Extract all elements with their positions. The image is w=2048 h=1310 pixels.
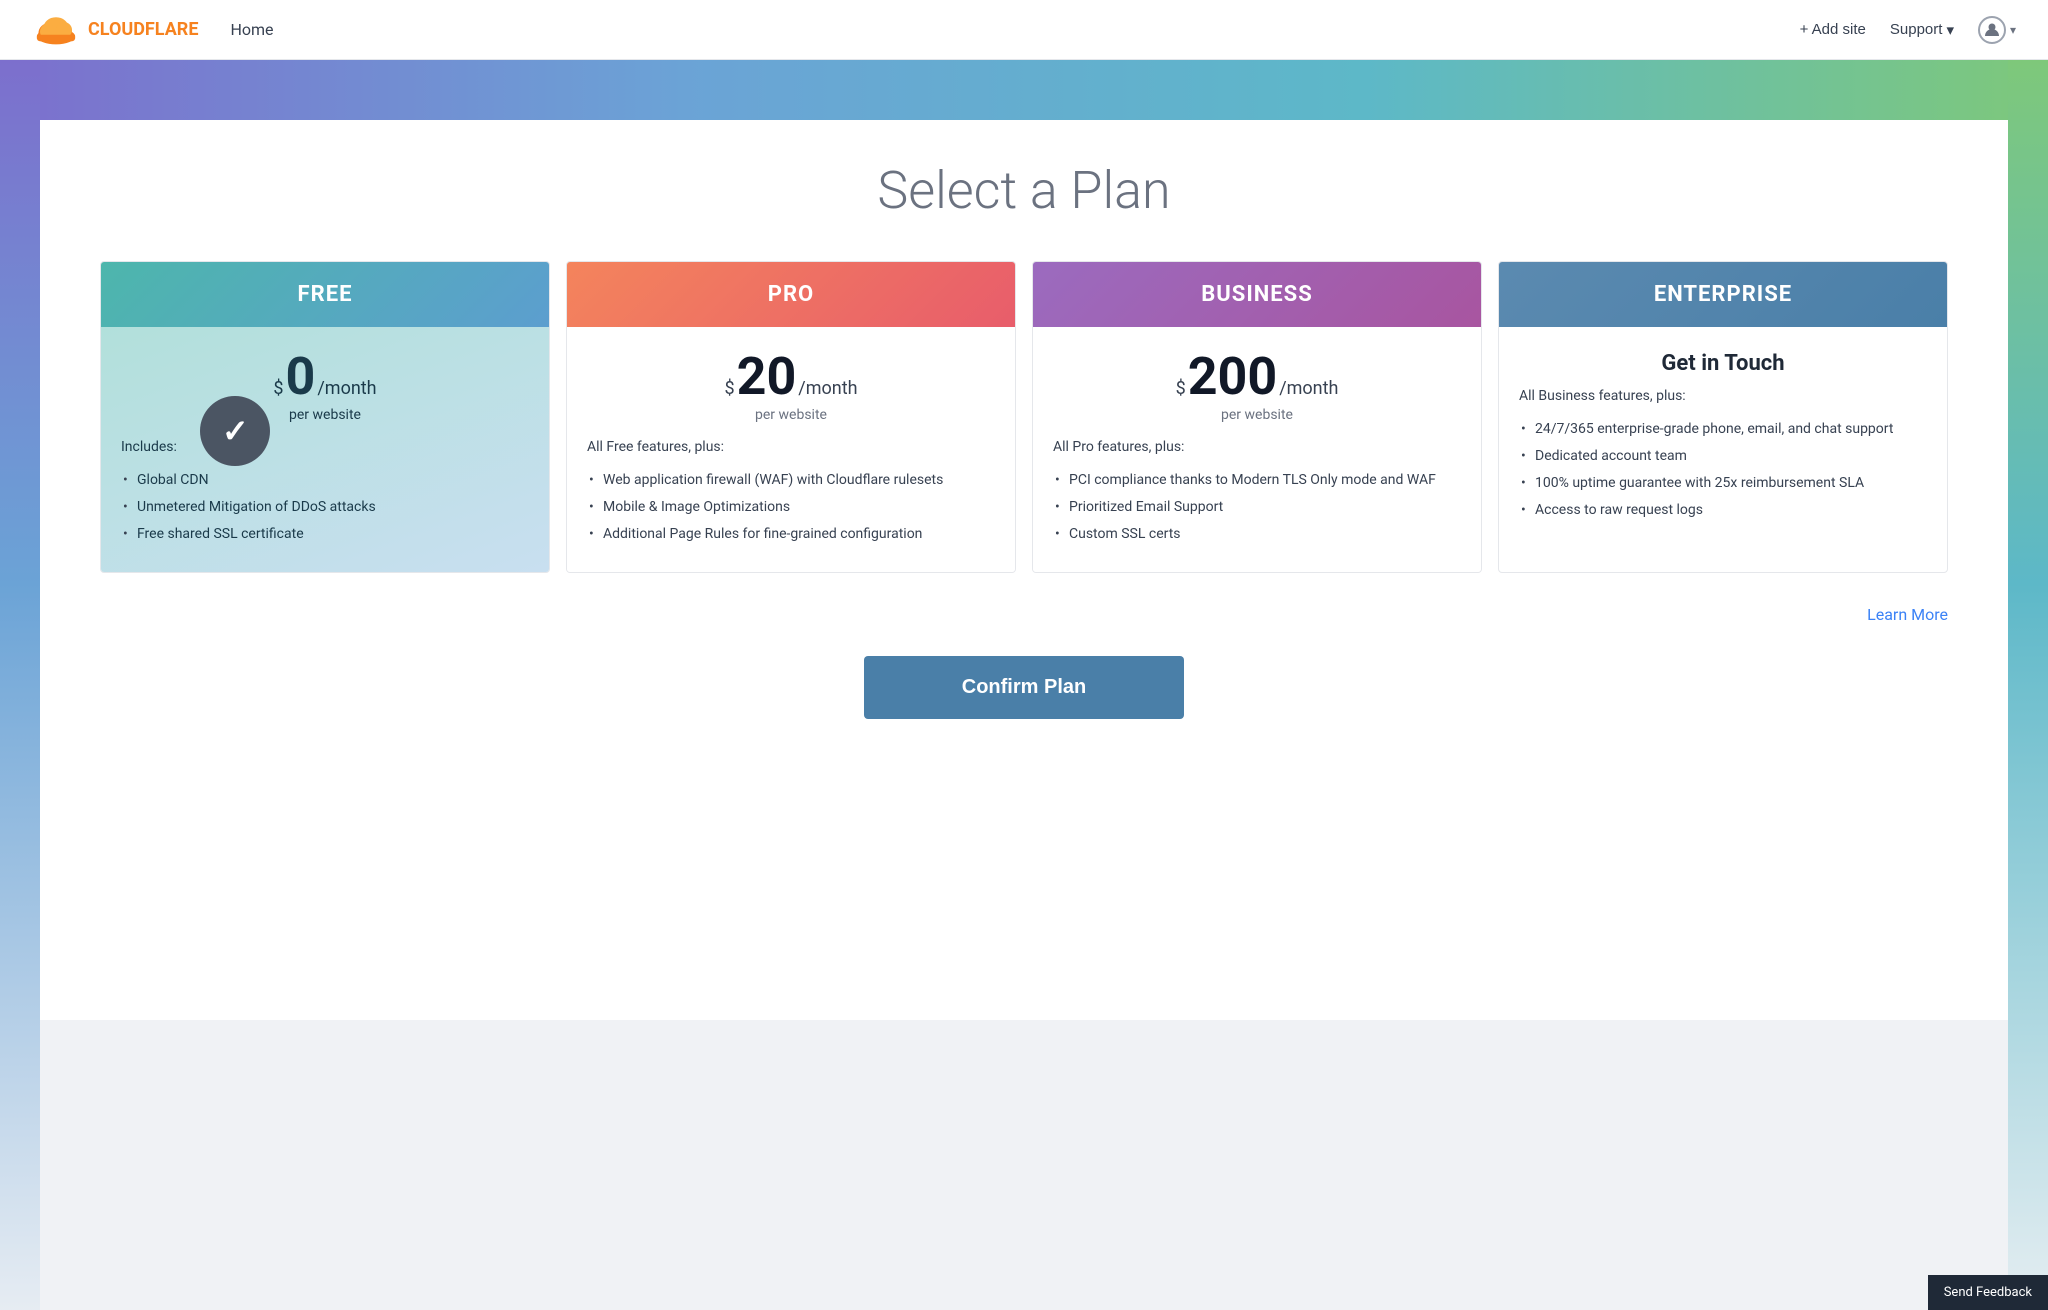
free-plan-body: $ 0 /month per website Includes: Global …	[101, 327, 549, 572]
support-button[interactable]: Support ▾	[1890, 21, 1954, 39]
navbar: CLOUDFLARE Home + Add site Support ▾ ▾	[0, 0, 2048, 60]
pro-plan-body: $ 20 /month per website All Free feature…	[567, 327, 1015, 572]
list-item: PCI compliance thanks to Modern TLS Only…	[1053, 467, 1461, 494]
free-plan-features: Global CDN Unmetered Mitigation of DDoS …	[121, 467, 529, 548]
list-item: Dedicated account team	[1519, 443, 1927, 470]
list-item: Unmetered Mitigation of DDoS attacks	[121, 494, 529, 521]
learn-more-row: Learn More	[100, 605, 1948, 624]
free-price-period: /month	[317, 378, 376, 399]
pro-plan-features: Web application firewall (WAF) with Clou…	[587, 467, 995, 548]
free-price-subtitle: per website	[121, 407, 529, 423]
enterprise-plan-features: 24/7/365 enterprise-grade phone, email, …	[1519, 416, 1927, 524]
pro-price-area: $ 20 /month per website	[587, 351, 995, 423]
gradient-banner	[0, 60, 2048, 120]
pro-plan-title: PRO	[768, 282, 814, 307]
business-price-amount: 200	[1188, 351, 1278, 403]
pro-price-amount: 20	[737, 351, 797, 403]
enterprise-plan-description: All Business features, plus:	[1519, 388, 1927, 404]
free-price-amount: 0	[286, 351, 316, 403]
list-item: Custom SSL certs	[1053, 521, 1461, 548]
pro-plan-description: All Free features, plus:	[587, 439, 995, 455]
business-plan-title: BUSINESS	[1201, 282, 1313, 307]
home-nav-link[interactable]: Home	[230, 20, 273, 39]
free-plan-title: FREE	[298, 282, 353, 307]
pro-price-period: /month	[798, 378, 857, 399]
logo-text: CLOUDFLARE	[88, 21, 198, 39]
enterprise-plan-header: ENTERPRISE	[1499, 262, 1947, 327]
list-item: Access to raw request logs	[1519, 497, 1927, 524]
user-chevron-icon: ▾	[2010, 23, 2016, 37]
business-price-area: $ 200 /month per website	[1053, 351, 1461, 423]
list-item: Global CDN	[121, 467, 529, 494]
learn-more-link[interactable]: Learn More	[1867, 605, 1948, 624]
pro-price: $ 20 /month	[587, 351, 995, 403]
free-price-dollar: $	[273, 378, 283, 399]
plan-card-pro[interactable]: PRO $ 20 /month per website All Free fea…	[566, 261, 1016, 573]
business-price: $ 200 /month	[1053, 351, 1461, 403]
list-item: 24/7/365 enterprise-grade phone, email, …	[1519, 416, 1927, 443]
selected-checkmark-overlay: ✓	[200, 396, 270, 466]
user-avatar-icon	[1978, 16, 2006, 44]
free-plan-description: Includes:	[121, 439, 529, 455]
user-menu-button[interactable]: ▾	[1978, 16, 2016, 44]
list-item: Free shared SSL certificate	[121, 521, 529, 548]
confirm-btn-row: Confirm Plan	[100, 656, 1948, 719]
plan-card-free[interactable]: FREE $ 0 /month per website Includes: Gl…	[100, 261, 550, 573]
list-item: Web application firewall (WAF) with Clou…	[587, 467, 995, 494]
enterprise-get-touch: Get in Touch	[1519, 351, 1927, 376]
business-price-subtitle: per website	[1053, 407, 1461, 423]
free-plan-header: FREE	[101, 262, 549, 327]
checkmark-icon: ✓	[222, 412, 249, 450]
confirm-plan-button[interactable]: Confirm Plan	[864, 656, 1184, 719]
enterprise-plan-title: ENTERPRISE	[1654, 282, 1792, 307]
navbar-right: + Add site Support ▾ ▾	[1800, 16, 2016, 44]
send-feedback-button[interactable]: Send Feedback	[1928, 1275, 2048, 1310]
free-price-area: $ 0 /month per website	[121, 351, 529, 423]
pro-plan-header: PRO	[567, 262, 1015, 327]
pro-price-dollar: $	[724, 378, 734, 399]
page-title: Select a Plan	[100, 160, 1948, 221]
business-plan-body: $ 200 /month per website All Pro feature…	[1033, 327, 1481, 572]
free-price: $ 0 /month	[121, 351, 529, 403]
pro-price-subtitle: per website	[587, 407, 995, 423]
support-chevron-icon: ▾	[1946, 21, 1954, 39]
left-bg	[0, 60, 40, 1310]
business-plan-description: All Pro features, plus:	[1053, 439, 1461, 455]
right-bg	[2008, 60, 2048, 1310]
business-price-period: /month	[1279, 378, 1338, 399]
plan-card-enterprise[interactable]: ENTERPRISE Get in Touch All Business fea…	[1498, 261, 1948, 573]
cloudflare-logo-icon	[32, 14, 80, 46]
list-item: Prioritized Email Support	[1053, 494, 1461, 521]
business-plan-features: PCI compliance thanks to Modern TLS Only…	[1053, 467, 1461, 548]
plan-card-business[interactable]: BUSINESS $ 200 /month per website All Pr…	[1032, 261, 1482, 573]
cloudflare-logo[interactable]: CLOUDFLARE	[32, 14, 198, 46]
plans-grid: FREE $ 0 /month per website Includes: Gl…	[100, 261, 1948, 573]
list-item: Mobile & Image Optimizations	[587, 494, 995, 521]
enterprise-plan-body: Get in Touch All Business features, plus…	[1499, 327, 1947, 548]
support-label: Support	[1890, 21, 1943, 38]
list-item: Additional Page Rules for fine-grained c…	[587, 521, 995, 548]
add-site-button[interactable]: + Add site	[1800, 21, 1866, 38]
business-plan-header: BUSINESS	[1033, 262, 1481, 327]
main-content: Select a Plan FREE $ 0 /month per websit…	[40, 120, 2008, 1020]
business-price-dollar: $	[1176, 378, 1186, 399]
list-item: 100% uptime guarantee with 25x reimburse…	[1519, 470, 1927, 497]
